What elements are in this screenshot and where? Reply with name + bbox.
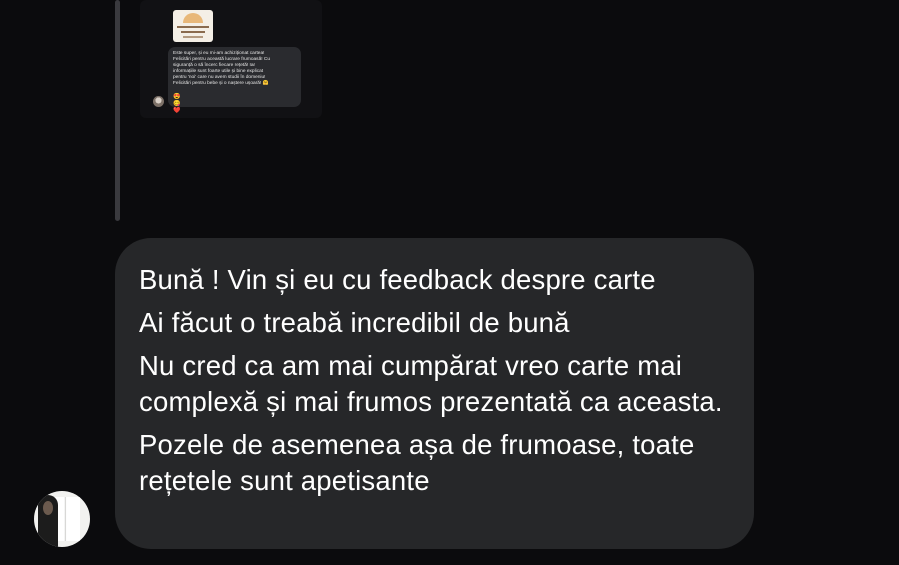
sender-avatar[interactable] <box>34 491 90 547</box>
heart-emoji-icon: ❤️ <box>173 108 181 114</box>
heart-eyes-emoji-icon: 😍 <box>173 94 181 100</box>
quoted-comment-line: Felicitări pentru bebe și o naștere ușoa… <box>173 81 269 87</box>
quoted-commenter-avatar <box>153 96 164 107</box>
quoted-comment-bubble: Este super, și eu mi-am achiziționat car… <box>168 47 301 107</box>
message-paragraph: Ai făcut o treabă incredibil de bună <box>139 307 570 338</box>
thumbnail-illustration <box>183 13 203 23</box>
message-paragraph: Nu cred ca am mai cumpărat vreo carte ma… <box>139 350 723 417</box>
message-paragraph: Bună ! Vin și eu cu feedback despre cart… <box>139 264 656 295</box>
message-paragraph: Pozele de asemenea așa de frumoase, toat… <box>139 429 695 496</box>
message-bubble[interactable]: Bună ! Vin și eu cu feedback despre cart… <box>115 238 754 549</box>
reply-thread-line <box>115 0 120 221</box>
yum-emoji-icon: 😋 <box>173 101 181 107</box>
book-cover-thumbnail[interactable] <box>173 10 213 42</box>
quoted-reactions: 😍😋 ❤️ <box>173 94 187 115</box>
